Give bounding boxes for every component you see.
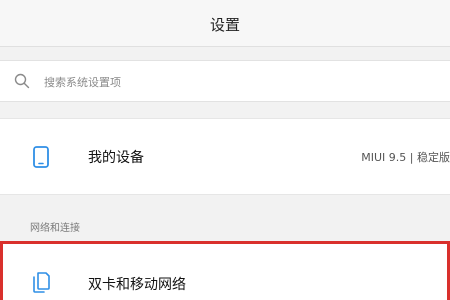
dual-sim-mobile-network-row[interactable]: 双卡和移动网络: [0, 241, 450, 300]
dual-sim-label: 双卡和移动网络: [88, 277, 186, 293]
miui-version-value: MIUI 9.5 | 稳定版: [361, 151, 450, 164]
search-bar[interactable]: [0, 60, 450, 102]
search-icon: [14, 73, 30, 89]
my-device-label: 我的设备: [88, 150, 144, 166]
my-device-row[interactable]: 我的设备 MIUI 9.5 | 稳定版: [0, 118, 450, 195]
header-bar: 设置: [0, 0, 450, 47]
phone-icon: [33, 146, 49, 168]
network-section-header: 网络和连接: [30, 223, 80, 234]
page-title: 设置: [209, 16, 240, 34]
search-input[interactable]: [44, 72, 424, 92]
dual-sim-icon: [33, 272, 50, 293]
